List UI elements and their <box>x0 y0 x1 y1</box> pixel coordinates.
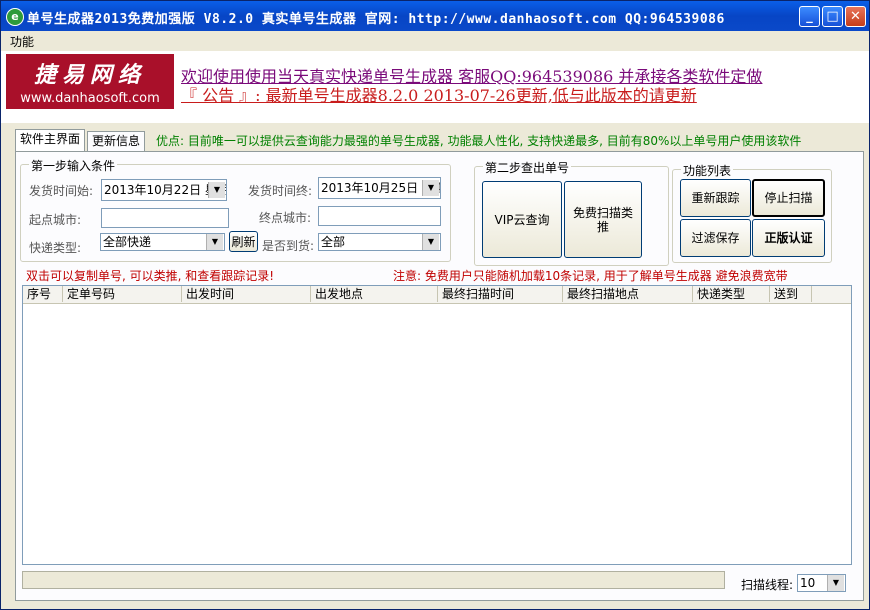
window-title: 单号生成器2013免费加强版 V8.2.0 真实单号生成器 官网: http:/… <box>27 12 725 27</box>
banner: 捷易网络 www.danhaosoft.com 欢迎使用使用当天真实快递单号生成… <box>1 51 869 123</box>
results-table[interactable]: 序号 定单号码 出发时间 出发地点 最终扫描时间 最终扫描地点 快递类型 送到 <box>22 285 852 565</box>
col-index[interactable]: 序号 <box>23 286 63 302</box>
thread-count-arrow-icon[interactable]: ▼ <box>827 575 844 591</box>
end-date-arrow-icon[interactable]: ▼ <box>422 180 439 196</box>
stop-scan-button[interactable]: 停止扫描 <box>752 179 825 217</box>
col-delivered[interactable]: 送到 <box>770 286 812 302</box>
col-last-scan-place[interactable]: 最终扫描地点 <box>563 286 693 302</box>
copy-hint-text: 双击可以复制单号, 可以类推, 和查看跟踪记录! <box>26 269 275 283</box>
delivered-select[interactable]: 全部 ▼ <box>318 233 441 251</box>
vip-cloud-query-button[interactable]: VIP云查询 <box>482 181 562 258</box>
announcement-link[interactable]: 『 公告 』: 最新单号生成器8.2.0 2013-07-26更新,低与此版本的… <box>181 82 697 106</box>
maximize-button[interactable]: □ <box>822 6 843 27</box>
origin-city-label: 起点城市: <box>29 213 82 227</box>
step2-group: 第二步查出单号 VIP云查询 免费扫描类推 <box>474 159 669 266</box>
main-panel: 第一步输入条件 发货时间始: 2013年10月22日 星期 ▼ 发货时间终: 2… <box>15 151 864 601</box>
courier-type-value: 全部快递 <box>103 235 152 249</box>
tab-update-info[interactable]: 更新信息 <box>87 131 146 151</box>
app-icon[interactable]: e <box>6 8 24 26</box>
col-order-number[interactable]: 定单号码 <box>63 286 182 302</box>
step1-legend: 第一步输入条件 <box>29 157 118 174</box>
genuine-auth-button[interactable]: 正版认证 <box>752 219 825 257</box>
col-last-scan-time[interactable]: 最终扫描时间 <box>438 286 563 302</box>
col-courier-type[interactable]: 快递类型 <box>693 286 770 302</box>
menu-bar: 功能 <box>1 31 869 51</box>
dest-city-input[interactable] <box>318 206 441 226</box>
origin-city-input[interactable] <box>101 208 229 228</box>
functions-legend: 功能列表 <box>681 162 734 179</box>
minimize-button[interactable]: _ <box>799 6 820 27</box>
close-button[interactable]: ✕ <box>845 6 866 27</box>
tab-main[interactable]: 软件主界面 <box>15 129 86 152</box>
refresh-button[interactable]: 刷新 <box>229 231 258 252</box>
functions-group: 功能列表 重新跟踪 停止扫描 过滤保存 正版认证 <box>672 162 832 263</box>
company-logo: 捷易网络 www.danhaosoft.com <box>6 54 174 109</box>
end-date-picker[interactable]: 2013年10月25日 星期 ▼ <box>318 177 441 199</box>
table-header: 序号 定单号码 出发时间 出发地点 最终扫描时间 最终扫描地点 快递类型 送到 <box>23 286 851 304</box>
step1-group: 第一步输入条件 发货时间始: 2013年10月22日 星期 ▼ 发货时间终: 2… <box>20 157 451 262</box>
logo-url: www.danhaosoft.com <box>20 91 160 106</box>
free-scan-button[interactable]: 免费扫描类推 <box>564 181 642 258</box>
thread-count-label: 扫描线程: <box>741 578 794 592</box>
title-bar[interactable]: e 单号生成器2013免费加强版 V8.2.0 真实单号生成器 官网: http… <box>1 1 869 31</box>
start-date-arrow-icon[interactable]: ▼ <box>208 182 225 198</box>
delivered-label: 是否到货: <box>262 239 315 253</box>
thread-count-value: 10 <box>800 576 816 590</box>
logo-text: 捷易网络 <box>33 62 146 88</box>
thread-count-select[interactable]: 10 ▼ <box>797 574 846 592</box>
start-date-label: 发货时间始: <box>29 184 94 198</box>
col-departure-time[interactable]: 出发时间 <box>182 286 311 302</box>
courier-type-select[interactable]: 全部快递 ▼ <box>100 233 225 251</box>
courier-type-label: 快递类型: <box>29 241 82 255</box>
app-window: e 单号生成器2013免费加强版 V8.2.0 真实单号生成器 官网: http… <box>0 0 870 610</box>
advert-text: 优点: 目前唯一可以提供云查询能力最强的单号生成器, 功能最人性化, 支持快递最… <box>156 134 802 148</box>
filter-save-button[interactable]: 过滤保存 <box>680 219 751 257</box>
col-departure-place[interactable]: 出发地点 <box>311 286 438 302</box>
step2-legend: 第二步查出单号 <box>483 159 572 176</box>
courier-type-arrow-icon[interactable]: ▼ <box>206 234 223 250</box>
progress-bar <box>22 571 725 589</box>
dest-city-label: 终点城市: <box>259 211 312 225</box>
delivered-value: 全部 <box>321 235 346 249</box>
delivered-arrow-icon[interactable]: ▼ <box>422 234 439 250</box>
menu-function[interactable]: 功能 <box>10 33 34 50</box>
free-user-notice: 注意: 免费用户只能随机加载10条记录, 用于了解单号生成器 避免浪费宽带 <box>393 269 788 283</box>
end-date-label: 发货时间终: <box>248 184 313 198</box>
retrack-button[interactable]: 重新跟踪 <box>680 179 751 217</box>
start-date-picker[interactable]: 2013年10月22日 星期 ▼ <box>101 179 227 201</box>
